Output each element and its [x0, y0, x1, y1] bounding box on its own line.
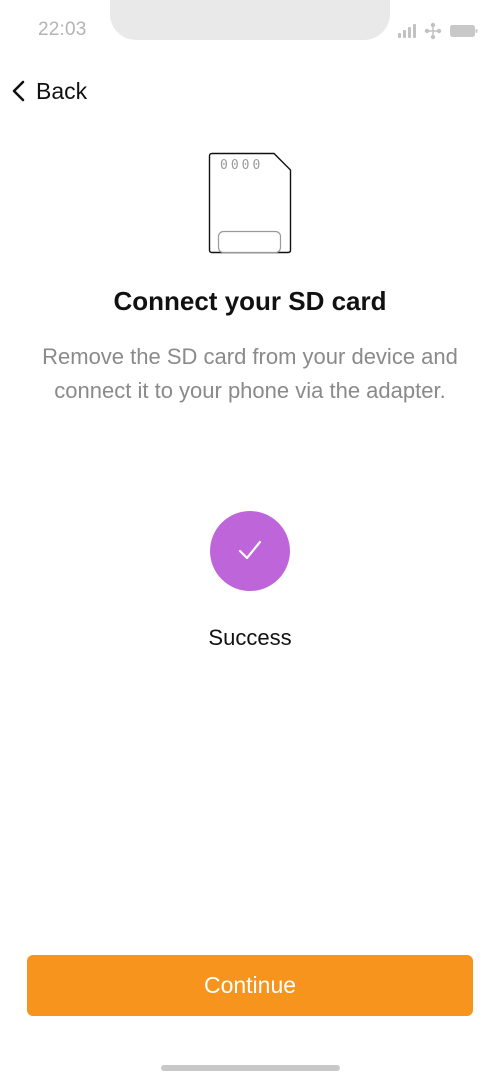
sd-card-label: 0000: [220, 158, 264, 173]
wifi-icon: [424, 22, 442, 40]
chevron-left-icon: [12, 80, 25, 102]
checkmark-icon: [238, 540, 262, 560]
status-bar: 22:03: [0, 0, 500, 56]
status-time: 22:03: [38, 19, 87, 40]
sd-card-icon: 0000: [208, 152, 292, 254]
page-description: Remove the SD card from your device and …: [42, 344, 458, 403]
notch: [110, 0, 390, 40]
success-label: Success: [208, 625, 292, 650]
home-indicator[interactable]: [161, 1065, 340, 1071]
status-icons: [398, 20, 478, 42]
battery-icon: [450, 25, 478, 37]
page-title: Connect your SD card: [113, 286, 387, 316]
success-indicator: [210, 511, 290, 591]
back-button[interactable]: Back: [10, 74, 87, 108]
continue-button[interactable]: Continue: [27, 955, 473, 1016]
signal-icon: [398, 24, 416, 38]
back-label: Back: [36, 77, 88, 104]
